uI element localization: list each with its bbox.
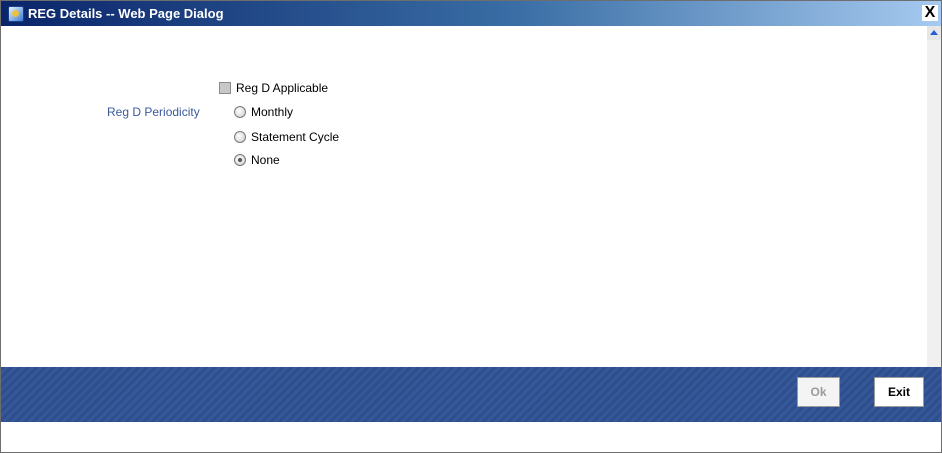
vertical-scrollbar[interactable] <box>927 26 941 391</box>
statement-cycle-label: Statement Cycle <box>251 130 340 144</box>
window-title: REG Details -- Web Page Dialog <box>28 6 224 21</box>
dialog-footer: Ok Exit <box>1 367 941 422</box>
title-bar: REG Details -- Web Page Dialog X <box>1 1 941 26</box>
monthly-label: Monthly <box>251 105 294 119</box>
close-button[interactable]: X <box>922 5 938 21</box>
scroll-up-arrow-icon[interactable] <box>927 26 941 40</box>
ie-dialog-icon <box>8 6 24 22</box>
dialog-content: Reg D Applicable Reg D Periodicity Month… <box>1 26 927 391</box>
radio-option-monthly[interactable]: Monthly <box>234 105 293 119</box>
ok-button[interactable]: Ok <box>797 377 840 407</box>
statement-cycle-radio[interactable] <box>234 131 246 143</box>
reg-d-applicable-label: Reg D Applicable <box>236 81 329 95</box>
status-strip <box>1 422 941 452</box>
reg-d-periodicity-label: Reg D Periodicity <box>107 105 200 119</box>
radio-option-statement-cycle[interactable]: Statement Cycle <box>234 130 339 144</box>
radio-option-none[interactable]: None <box>234 153 280 167</box>
none-radio[interactable] <box>234 154 246 166</box>
exit-button[interactable]: Exit <box>874 377 924 407</box>
monthly-radio[interactable] <box>234 106 246 118</box>
dialog-window: REG Details -- Web Page Dialog X Reg D A… <box>0 0 942 453</box>
reg-d-applicable-row[interactable]: Reg D Applicable <box>219 81 328 95</box>
reg-d-applicable-checkbox[interactable] <box>219 82 231 94</box>
none-label: None <box>251 153 280 167</box>
